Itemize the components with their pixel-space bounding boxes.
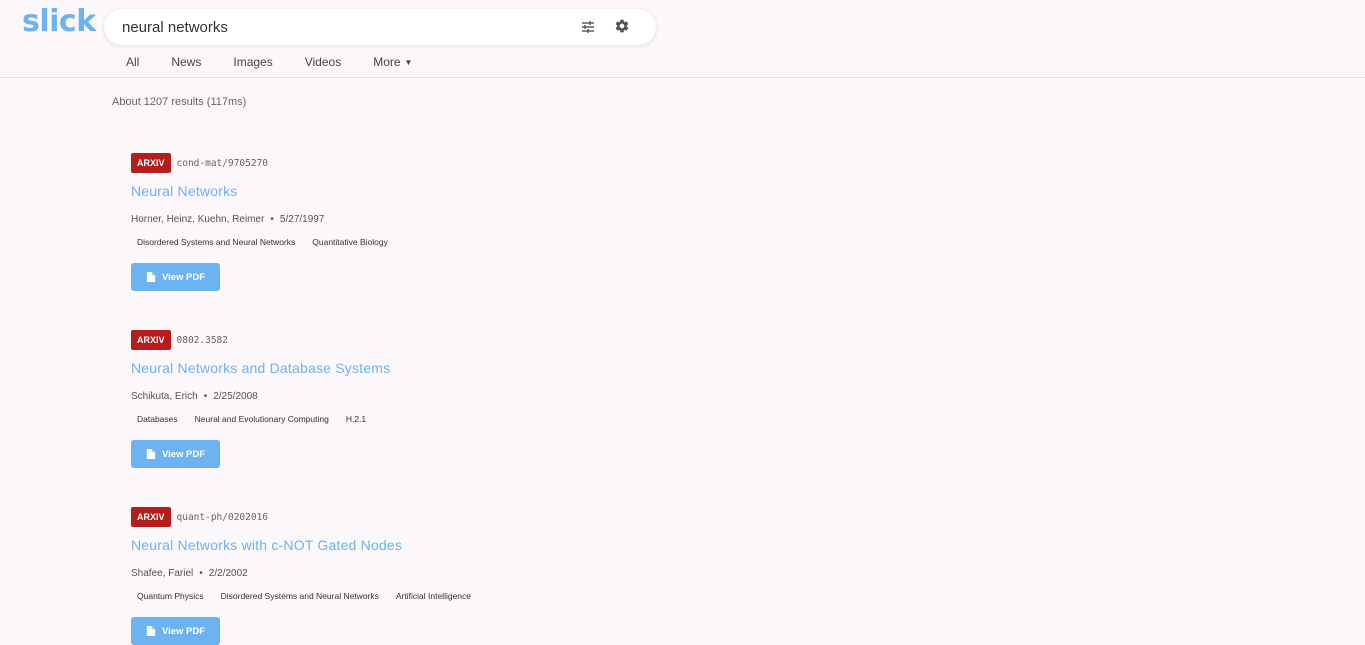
tag-list: Databases Neural and Evolutionary Comput… bbox=[131, 412, 831, 426]
tab-news[interactable]: News bbox=[163, 52, 209, 72]
search-box bbox=[104, 9, 656, 45]
result-date: 2/2/2002 bbox=[208, 568, 248, 579]
tag[interactable]: Artificial Intelligence bbox=[390, 589, 477, 603]
source-badge: ARXIV bbox=[131, 507, 171, 527]
result-date: 5/27/1997 bbox=[279, 214, 325, 225]
tag[interactable]: Disordered Systems and Neural Networks bbox=[215, 589, 385, 603]
result-meta: ARXIV 0802.3582 bbox=[131, 330, 831, 350]
result-authors: Shafee, Fariel bbox=[131, 568, 194, 579]
tune-icon[interactable] bbox=[580, 19, 596, 35]
view-pdf-button[interactable]: View PDF bbox=[131, 263, 220, 291]
result-title-link[interactable]: Neural Networks bbox=[131, 183, 831, 199]
result-authors: Horner, Heinz, Kuehn, Reimer bbox=[131, 214, 265, 225]
pdf-file-icon bbox=[146, 449, 156, 459]
result-title-link[interactable]: Neural Networks and Database Systems bbox=[131, 360, 831, 376]
tag[interactable]: Databases bbox=[131, 412, 184, 426]
pdf-file-icon bbox=[146, 626, 156, 636]
view-pdf-button[interactable]: View PDF bbox=[131, 440, 220, 468]
tag-list: Disordered Systems and Neural Networks Q… bbox=[131, 235, 831, 249]
result-title-link[interactable]: Neural Networks with c-NOT Gated Nodes bbox=[131, 537, 831, 553]
result-id: 0802.3582 bbox=[176, 334, 228, 346]
gear-icon[interactable] bbox=[614, 18, 630, 34]
result-authors-line: Schikuta, Erich • 2/25/2008 bbox=[131, 391, 831, 402]
tag[interactable]: Disordered Systems and Neural Networks bbox=[131, 235, 301, 249]
result-date: 2/25/2008 bbox=[213, 391, 258, 402]
tag[interactable]: Quantum Physics bbox=[131, 589, 210, 603]
result-meta: ARXIV cond-mat/9705270 bbox=[131, 153, 831, 173]
separator-dot: • bbox=[199, 568, 203, 579]
separator-dot: • bbox=[203, 391, 208, 402]
logo[interactable]: slick bbox=[22, 4, 96, 39]
tab-more[interactable]: More ▼ bbox=[365, 52, 420, 72]
result-item: ARXIV cond-mat/9705270 Neural Networks H… bbox=[131, 153, 831, 291]
result-meta: ARXIV quant-ph/0202016 bbox=[131, 507, 831, 527]
tab-images[interactable]: Images bbox=[225, 52, 280, 72]
search-input[interactable] bbox=[122, 9, 562, 45]
result-item: ARXIV quant-ph/0202016 Neural Networks w… bbox=[131, 507, 831, 645]
result-authors-line: Horner, Heinz, Kuehn, Reimer • 5/27/1997 bbox=[131, 214, 831, 225]
result-id: quant-ph/0202016 bbox=[176, 511, 269, 523]
tag[interactable]: Neural and Evolutionary Computing bbox=[189, 412, 335, 426]
results-info: About 1207 results (117ms) bbox=[112, 96, 247, 108]
tag[interactable]: Quantitative Biology bbox=[306, 235, 394, 249]
result-authors: Schikuta, Erich bbox=[131, 391, 198, 402]
tag[interactable]: H.2.1 bbox=[340, 412, 372, 426]
result-item: ARXIV 0802.3582 Neural Networks and Data… bbox=[131, 330, 831, 468]
view-pdf-button[interactable]: View PDF bbox=[131, 617, 220, 645]
search-tabs: All News Images Videos More ▼ bbox=[118, 52, 436, 74]
separator-dot: • bbox=[270, 214, 274, 225]
tab-all[interactable]: All bbox=[118, 52, 147, 72]
caret-down-icon: ▼ bbox=[404, 58, 413, 67]
pdf-file-icon bbox=[146, 272, 156, 282]
result-id: cond-mat/9705270 bbox=[176, 157, 269, 169]
header: slick All News Images Video bbox=[0, 0, 1365, 78]
tag-list: Quantum Physics Disordered Systems and N… bbox=[131, 589, 831, 603]
tab-videos[interactable]: Videos bbox=[297, 52, 349, 72]
result-authors-line: Shafee, Fariel • 2/2/2002 bbox=[131, 568, 831, 579]
source-badge: ARXIV bbox=[131, 153, 171, 173]
source-badge: ARXIV bbox=[131, 330, 171, 350]
